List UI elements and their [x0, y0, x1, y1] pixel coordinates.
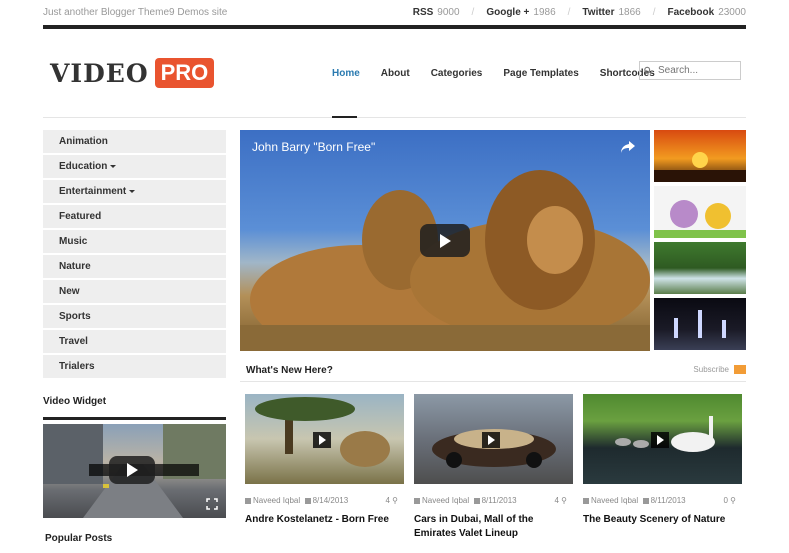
user-icon	[583, 497, 589, 504]
sidebar-item-entertainment[interactable]: Entertainment	[43, 180, 226, 204]
play-button[interactable]	[651, 432, 669, 448]
sunset-image	[654, 152, 746, 182]
sidebar-item-new[interactable]: New	[43, 280, 226, 304]
post-card: Naveed Iqbal 8/11/2013 0 ⚲ The Beauty Sce…	[583, 394, 742, 527]
top-bar: Just another Blogger Theme9 Demos site R…	[43, 0, 746, 26]
nav-divider	[43, 117, 746, 118]
nav-about[interactable]: About	[381, 68, 410, 79]
cartoon-image	[654, 200, 746, 238]
sidebar-item-featured[interactable]: Featured	[43, 205, 226, 229]
comment-count[interactable]: 4 ⚲	[554, 496, 567, 505]
post-thumbnail[interactable]	[583, 394, 742, 484]
sidebar-item-travel[interactable]: Travel	[43, 330, 226, 354]
share-icon[interactable]	[620, 140, 636, 154]
featured-video-title: John Barry "Born Free"	[252, 140, 376, 154]
search-box	[639, 61, 741, 80]
post-title[interactable]: Cars in Dubai, Mall of the Emirates Vale…	[414, 513, 573, 541]
play-button[interactable]	[313, 432, 331, 448]
video-widget-title: Video Widget	[43, 396, 107, 407]
sidebar-item-trialers[interactable]: Trialers	[43, 355, 226, 379]
nav-home[interactable]: Home	[332, 68, 360, 79]
whats-new-title: What's New Here?	[246, 365, 333, 376]
top-divider	[43, 25, 746, 29]
play-button[interactable]	[420, 224, 470, 257]
comment-count[interactable]: 0 ⚲	[723, 496, 736, 505]
subscribe-link[interactable]: Subscribe	[693, 365, 746, 374]
search-icon	[644, 66, 652, 75]
social-twitter[interactable]: Twitter 1866	[582, 7, 640, 18]
thumbnail-cartoon[interactable]	[654, 186, 746, 238]
widget-video-player[interactable]	[43, 424, 226, 518]
thumbnail-waterfall[interactable]	[654, 242, 746, 294]
thumbnail-sunset[interactable]	[654, 130, 746, 182]
nav-categories[interactable]: Categories	[431, 68, 483, 79]
social-google-plus[interactable]: Google +1986	[486, 7, 555, 18]
sidebar-item-education[interactable]: Education	[43, 155, 226, 179]
sidebar-item-music[interactable]: Music	[43, 230, 226, 254]
nav-active-indicator	[332, 116, 357, 118]
sidebar-item-nature[interactable]: Nature	[43, 255, 226, 279]
video-thumbnails	[654, 130, 746, 354]
social-facebook[interactable]: Facebook 23000	[668, 7, 747, 18]
user-icon	[414, 497, 420, 504]
popular-posts-title: Popular Posts	[45, 533, 113, 544]
post-thumbnail[interactable]	[414, 394, 573, 484]
post-meta: Naveed Iqbal 8/11/2013 4 ⚲	[414, 496, 573, 505]
calendar-icon	[642, 497, 649, 504]
post-meta: Naveed Iqbal 8/11/2013 0 ⚲	[583, 496, 742, 505]
social-rss[interactable]: RSS 9000	[413, 7, 460, 18]
search-input[interactable]	[656, 64, 740, 77]
widget-divider	[43, 417, 226, 420]
post-meta: Naveed Iqbal 8/14/2013 4 ⚲	[245, 496, 404, 505]
logo-word: VIDEO	[50, 58, 149, 88]
caret-down-icon	[110, 165, 117, 168]
play-button[interactable]	[482, 432, 500, 448]
post-card: Naveed Iqbal 8/14/2013 4 ⚲ Andre Kostelan…	[245, 394, 404, 527]
post-card: Naveed Iqbal 8/11/2013 4 ⚲ Cars in Dubai,…	[414, 394, 573, 541]
social-counters: RSS 9000 / Google +1986 / Twitter 1866 / F…	[412, 7, 747, 18]
whats-new-divider	[240, 381, 746, 382]
play-button[interactable]	[109, 456, 155, 484]
caret-down-icon	[129, 190, 136, 193]
fountain-image	[674, 310, 726, 338]
main-nav: Home About Categories Page Templates Sho…	[332, 68, 676, 79]
calendar-icon	[473, 497, 480, 504]
user-icon	[245, 497, 251, 504]
post-title[interactable]: The Beauty Scenery of Nature	[583, 513, 742, 527]
sidebar-item-animation[interactable]: Animation	[43, 130, 226, 154]
category-sidebar: Animation Education Entertainment Featur…	[43, 130, 226, 380]
site-tagline: Just another Blogger Theme9 Demos site	[43, 7, 228, 18]
thumbnail-fountain[interactable]	[654, 298, 746, 350]
post-title[interactable]: Andre Kostelanetz - Born Free	[245, 513, 404, 527]
rss-icon	[734, 365, 746, 374]
site-logo[interactable]: VIDEO PRO	[50, 58, 215, 88]
featured-video-player[interactable]: John Barry "Born Free"	[240, 130, 650, 351]
comment-count[interactable]: 4 ⚲	[385, 496, 398, 505]
fullscreen-icon[interactable]	[206, 498, 218, 510]
sidebar-item-sports[interactable]: Sports	[43, 305, 226, 329]
logo-badge: PRO	[154, 58, 215, 88]
calendar-icon	[304, 497, 311, 504]
post-thumbnail[interactable]	[245, 394, 404, 484]
nav-page-templates[interactable]: Page Templates	[503, 68, 578, 79]
